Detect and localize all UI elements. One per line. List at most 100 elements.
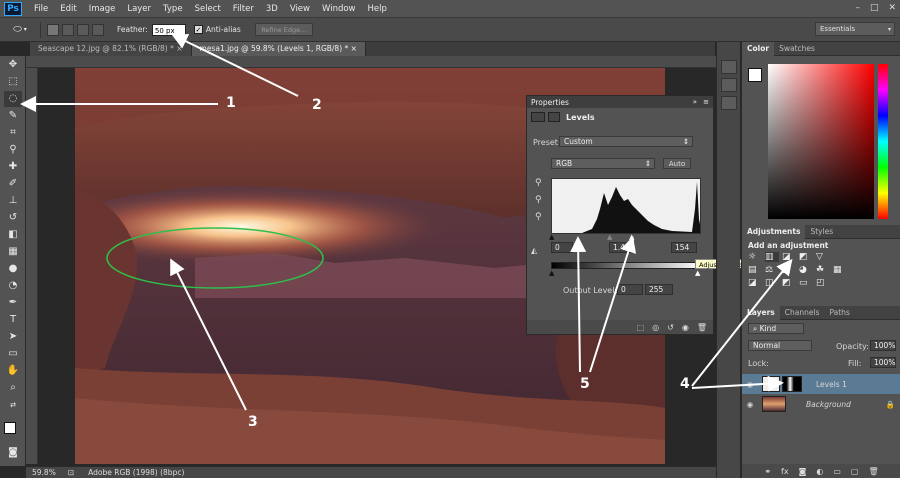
trash-icon[interactable]: 🗑 <box>697 323 707 332</box>
brush-tool-icon[interactable]: ✐ <box>4 176 22 192</box>
tab-color[interactable]: Color <box>742 42 775 56</box>
move-tool-icon[interactable]: ✥ <box>4 57 22 73</box>
close-icon[interactable]: × <box>351 44 357 53</box>
tab-paths[interactable]: Paths <box>824 306 854 320</box>
add-mask-icon[interactable]: ◙ <box>799 467 807 476</box>
intersect-selection-icon[interactable] <box>92 23 104 36</box>
tab-layers[interactable]: Layers <box>742 306 780 320</box>
maximize-button[interactable]: □ <box>870 3 879 13</box>
properties-panel-icon[interactable] <box>721 96 737 110</box>
refine-edge-button[interactable]: Refine Edge... <box>254 23 313 36</box>
crop-tool-icon[interactable]: ⌗ <box>4 125 22 141</box>
color-fg-swatch[interactable] <box>748 68 762 82</box>
healing-tool-icon[interactable]: ✚ <box>4 159 22 175</box>
posterize-icon[interactable]: ◫ <box>765 278 779 288</box>
view-previous-icon[interactable]: ◎ <box>652 323 659 332</box>
zoom-tool-icon[interactable]: ⌕ <box>4 380 22 396</box>
input-gray-slider-handle[interactable]: ▲ <box>607 233 612 241</box>
shape-tool-icon[interactable]: ▭ <box>4 346 22 362</box>
panel-menu-icon[interactable]: ≡ <box>703 98 709 106</box>
link-layers-icon[interactable]: ⚭ <box>764 467 771 476</box>
selective-color-icon[interactable]: ◰ <box>816 278 830 288</box>
color-lookup-icon[interactable]: ▦ <box>833 265 847 275</box>
lasso-preset-picker[interactable]: ⬭ ▾ <box>6 22 34 38</box>
eraser-tool-icon[interactable]: ◧ <box>4 227 22 243</box>
quick-select-tool-icon[interactable]: ✎ <box>4 108 22 124</box>
exposure-icon[interactable]: ◩ <box>799 252 813 262</box>
foreground-color-swatch[interactable] <box>4 422 16 434</box>
menu-view[interactable]: View <box>284 4 316 14</box>
reset-icon[interactable]: ↺ <box>667 323 674 332</box>
visibility-icon[interactable]: ◉ <box>682 323 689 332</box>
tab-mesa[interactable]: mesa1.jpg @ 59.8% (Levels 1, RGB/8) * × <box>191 42 366 56</box>
menu-window[interactable]: Window <box>316 4 362 14</box>
mask-thumbnail[interactable] <box>782 376 802 392</box>
lasso-tool-icon[interactable]: ◌ <box>4 91 22 107</box>
levels-icon[interactable]: ▥ <box>765 252 779 262</box>
invert-icon[interactable]: ◪ <box>748 278 762 288</box>
channel-select[interactable]: RGB ⇕ <box>551 158 655 169</box>
properties-title-bar[interactable]: Properties » ≡ <box>527 96 713 108</box>
preset-select[interactable]: Custom ⇕ <box>559 136 693 147</box>
history-brush-tool-icon[interactable]: ↺ <box>4 210 22 226</box>
swap-colors-icon[interactable]: ⇄ <box>4 397 22 413</box>
clone-stamp-tool-icon[interactable]: ⊥ <box>4 193 22 209</box>
new-group-icon[interactable]: ▭ <box>833 467 841 476</box>
eyedropper-tool-icon[interactable]: ⚲ <box>4 142 22 158</box>
vibrance-icon[interactable]: ▽ <box>816 252 830 262</box>
layer-mask-icon[interactable] <box>548 112 560 122</box>
color-field[interactable] <box>768 64 874 219</box>
input-gray-field[interactable]: 1.40 <box>609 242 635 253</box>
tab-adjustments[interactable]: Adjustments <box>742 225 806 239</box>
photo-filter-icon[interactable]: ◕ <box>799 265 813 275</box>
menu-select[interactable]: Select <box>189 4 227 14</box>
path-select-tool-icon[interactable]: ➤ <box>4 329 22 345</box>
hand-tool-icon[interactable]: ✋ <box>4 363 22 379</box>
blur-tool-icon[interactable]: ● <box>4 261 22 277</box>
gray-point-eyedropper-icon[interactable]: ⚲ <box>535 195 542 205</box>
input-white-field[interactable]: 154 <box>671 242 697 253</box>
visibility-eye-icon[interactable]: ◉ <box>742 380 758 389</box>
antialias-checkbox[interactable]: ✓ <box>193 25 203 34</box>
gradient-tool-icon[interactable]: ▦ <box>4 244 22 260</box>
tab-seascape[interactable]: Seascape 12.jpg @ 82.1% (RGB/8) * × <box>30 42 192 56</box>
type-tool-icon[interactable]: T <box>4 312 22 328</box>
opacity-field[interactable]: 100% <box>870 340 896 351</box>
menu-layer[interactable]: Layer <box>121 4 157 14</box>
status-menu-icon[interactable]: ⊡ <box>68 468 74 477</box>
quick-mask-icon[interactable]: ◙ <box>4 445 22 461</box>
menu-help[interactable]: Help <box>362 4 393 14</box>
output-white-field[interactable]: 255 <box>645 284 673 295</box>
output-white-slider-handle[interactable]: ▲ <box>695 269 700 277</box>
input-black-field[interactable]: 0 <box>551 242 573 253</box>
curves-icon[interactable]: ◪ <box>782 252 796 262</box>
layer-row-levels[interactable]: ◉ Levels 1 <box>742 374 900 394</box>
marquee-tool-icon[interactable]: ⬚ <box>4 74 22 90</box>
fill-field[interactable]: 100% <box>870 357 896 368</box>
info-panel-icon[interactable] <box>721 78 737 92</box>
layer-row-background[interactable]: ◉ Background 🔒 <box>742 394 900 414</box>
dodge-tool-icon[interactable]: ◔ <box>4 278 22 294</box>
hue-slider[interactable] <box>878 64 888 219</box>
zoom-level[interactable]: 59.8% <box>32 468 56 477</box>
auto-button[interactable]: Auto <box>663 158 691 169</box>
output-black-slider-handle[interactable]: ▲ <box>549 269 554 277</box>
color-balance-icon[interactable]: ⚖ <box>765 265 779 275</box>
history-panel-icon[interactable] <box>721 60 737 74</box>
blend-mode-select[interactable]: Normal <box>748 340 812 351</box>
menu-filter[interactable]: Filter <box>227 4 260 14</box>
white-point-eyedropper-icon[interactable]: ⚲ <box>535 212 542 222</box>
subtract-selection-icon[interactable] <box>77 23 89 36</box>
input-white-slider-handle[interactable]: ▲ <box>629 233 634 241</box>
new-adjustment-icon[interactable]: ◐ <box>816 467 823 476</box>
brightness-contrast-icon[interactable]: ☼ <box>748 252 762 262</box>
delete-layer-icon[interactable]: 🗑 <box>868 467 878 476</box>
menu-image[interactable]: Image <box>83 4 122 14</box>
workspace-select[interactable]: Essentials ▾ <box>815 22 895 36</box>
feather-input[interactable]: 50 px <box>151 23 186 36</box>
input-black-slider-handle[interactable]: ▲ <box>549 233 554 241</box>
menu-type[interactable]: Type <box>157 4 189 14</box>
collapse-icon[interactable]: » <box>693 98 697 106</box>
tab-swatches[interactable]: Swatches <box>774 42 820 56</box>
tab-channels[interactable]: Channels <box>780 306 825 320</box>
